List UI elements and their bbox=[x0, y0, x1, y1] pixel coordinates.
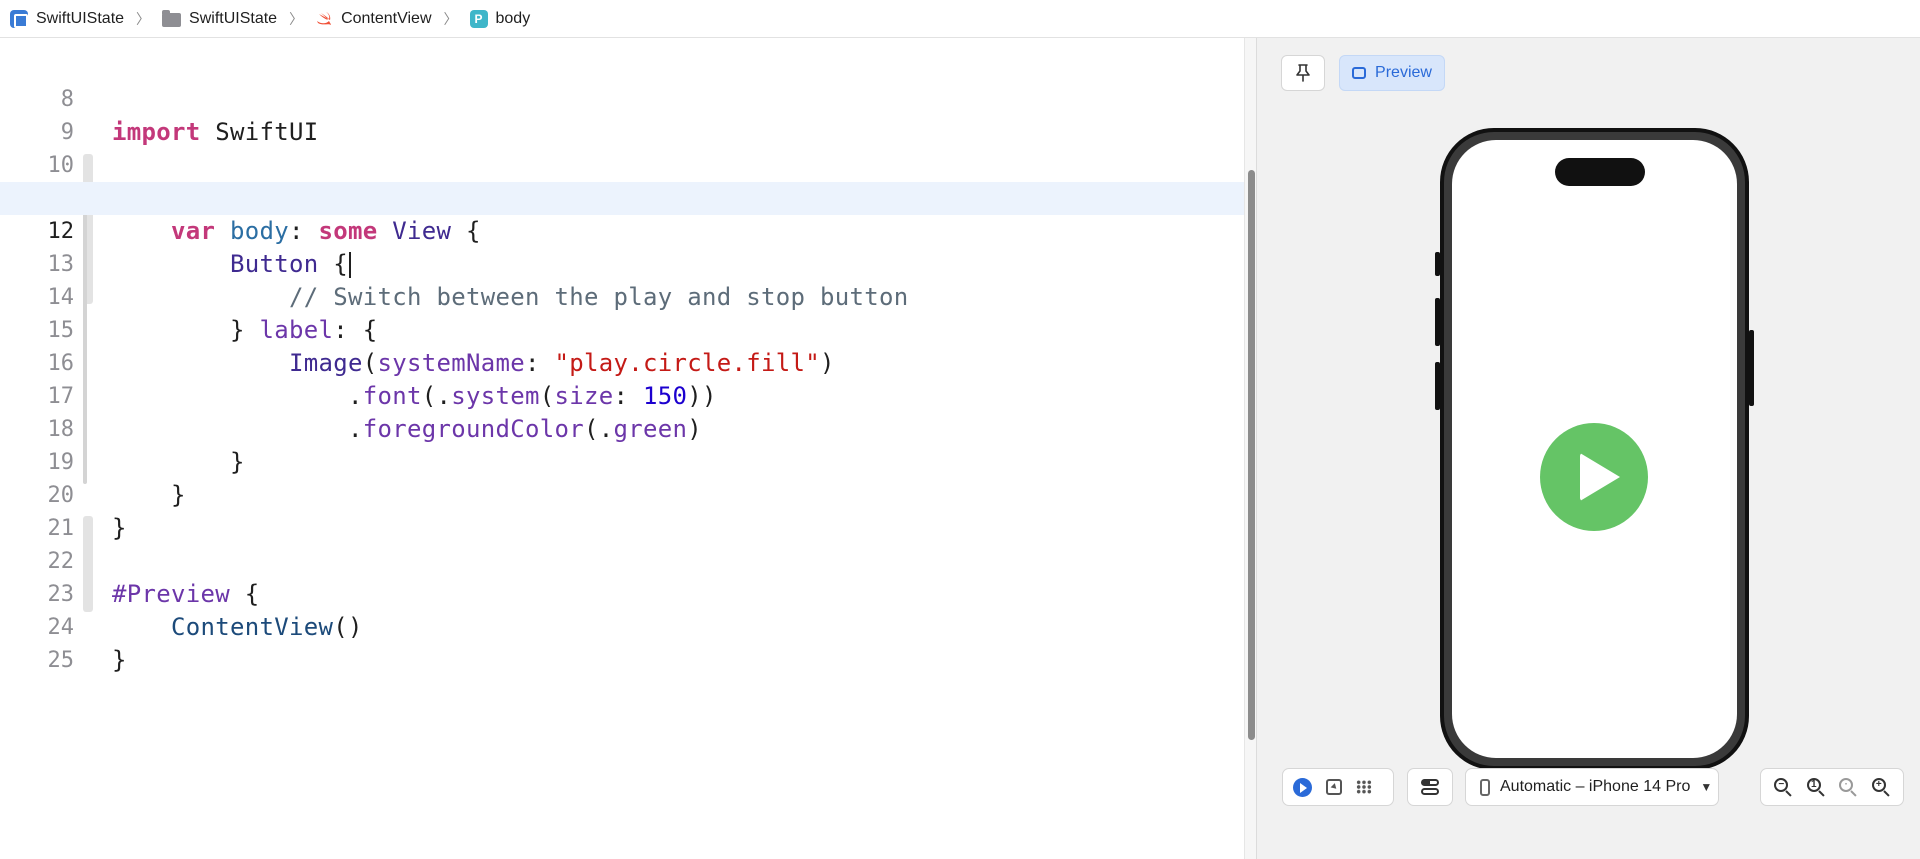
editor-scrollbar[interactable] bbox=[1244, 38, 1256, 859]
breadcrumb-separator: 〉 bbox=[289, 10, 304, 27]
code-line-current[interactable]: 12 Button { bbox=[0, 182, 1244, 278]
pin-icon bbox=[1296, 64, 1310, 82]
breadcrumb-symbol[interactable]: P body bbox=[469, 0, 531, 38]
code-line[interactable]: 18 } bbox=[0, 380, 1244, 476]
device-selector-label: Automatic – iPhone 14 Pro bbox=[1500, 778, 1691, 795]
code-line[interactable]: 23 ContentView() bbox=[0, 545, 1244, 641]
zoom-fit-icon[interactable]: · bbox=[1839, 778, 1857, 797]
line-number: 25 bbox=[47, 648, 75, 673]
preview-mode-label: Preview bbox=[1375, 64, 1432, 81]
breadcrumb-folder[interactable]: SwiftUIState bbox=[162, 0, 277, 38]
code-text: } bbox=[112, 646, 127, 674]
code-line[interactable]: 22 #Preview { bbox=[0, 512, 1244, 608]
device-selector[interactable]: Automatic – iPhone 14 Pro ▼ bbox=[1465, 768, 1719, 806]
selectable-icon[interactable] bbox=[1326, 779, 1342, 795]
iphone-icon bbox=[1480, 778, 1490, 796]
variants-grid-icon[interactable] bbox=[1356, 780, 1372, 794]
xcode-project-icon bbox=[10, 9, 28, 28]
code-line[interactable]: 13 // Switch between the play and stop b… bbox=[0, 215, 1244, 311]
zoom-out-icon[interactable]: − bbox=[1774, 778, 1792, 797]
swift-file-icon bbox=[317, 11, 332, 25]
code-line[interactable]: 16 .font(.system(size: 150)) bbox=[0, 314, 1244, 410]
breadcrumb-symbol-label: body bbox=[495, 9, 531, 27]
code-line[interactable]: 10 struct ContentView: View { bbox=[0, 116, 1244, 212]
folder-icon bbox=[162, 9, 182, 27]
breadcrumb-file[interactable]: ContentView bbox=[315, 0, 432, 38]
code-line[interactable]: 11 var body: some View { bbox=[0, 149, 1244, 245]
breadcrumb-separator: 〉 bbox=[136, 10, 151, 27]
code-line[interactable]: 14 } label: { bbox=[0, 248, 1244, 344]
breadcrumb-separator: 〉 bbox=[443, 10, 458, 27]
preview-mode-controls bbox=[1282, 768, 1394, 806]
zoom-in-icon[interactable]: + bbox=[1871, 778, 1890, 797]
code-line[interactable]: 17 .foregroundColor(.green) bbox=[0, 347, 1244, 443]
breadcrumb-project-label: SwiftUIState bbox=[36, 9, 125, 27]
code-line[interactable]: 9 bbox=[0, 83, 1244, 145]
iphone-side-button bbox=[1749, 330, 1754, 406]
code-line[interactable]: 21 bbox=[0, 479, 1244, 541]
preview-mode-button[interactable]: Preview bbox=[1339, 55, 1445, 91]
play-circle-fill-icon[interactable] bbox=[1540, 423, 1648, 531]
device-settings-button[interactable] bbox=[1407, 768, 1453, 806]
preview-canvas[interactable]: Preview bbox=[1256, 38, 1920, 859]
code-line[interactable]: 24 } bbox=[0, 578, 1244, 674]
iphone-volume-down-button bbox=[1435, 362, 1440, 410]
iphone-volume-up-button bbox=[1435, 298, 1440, 346]
code-editor[interactable]: 8 import SwiftUI 9 10 struct ContentView… bbox=[0, 38, 1244, 859]
code-line[interactable]: 20 } bbox=[0, 446, 1244, 542]
breadcrumb-project[interactable]: SwiftUIState bbox=[10, 0, 124, 38]
breadcrumb: SwiftUIState 〉 SwiftUIState 〉 ContentVie… bbox=[0, 0, 1920, 38]
iphone-device-frame bbox=[1440, 128, 1749, 770]
breadcrumb-file-label: ContentView bbox=[341, 9, 432, 27]
preview-window-icon bbox=[1352, 67, 1367, 79]
dynamic-island bbox=[1555, 158, 1645, 186]
preview-screen[interactable] bbox=[1452, 140, 1737, 758]
code-line[interactable]: 8 import SwiftUI bbox=[0, 50, 1244, 146]
editor-scrollbar-thumb[interactable] bbox=[1248, 170, 1255, 740]
iphone-action-button bbox=[1435, 252, 1440, 276]
device-settings-icon bbox=[1421, 779, 1439, 795]
live-preview-icon[interactable] bbox=[1293, 777, 1312, 797]
zoom-actual-icon[interactable]: 1 bbox=[1806, 778, 1825, 797]
chevron-down-icon: ▼ bbox=[1700, 780, 1713, 794]
pin-preview-button[interactable] bbox=[1281, 55, 1325, 91]
code-line[interactable]: 15 Image(systemName: "play.circle.fill") bbox=[0, 281, 1244, 377]
breadcrumb-folder-label: SwiftUIState bbox=[189, 9, 278, 27]
property-icon: P bbox=[469, 9, 488, 28]
code-line[interactable]: 25 bbox=[0, 611, 1244, 673]
code-line[interactable]: 19 } bbox=[0, 413, 1244, 509]
zoom-controls: − 1 · + bbox=[1760, 768, 1904, 806]
